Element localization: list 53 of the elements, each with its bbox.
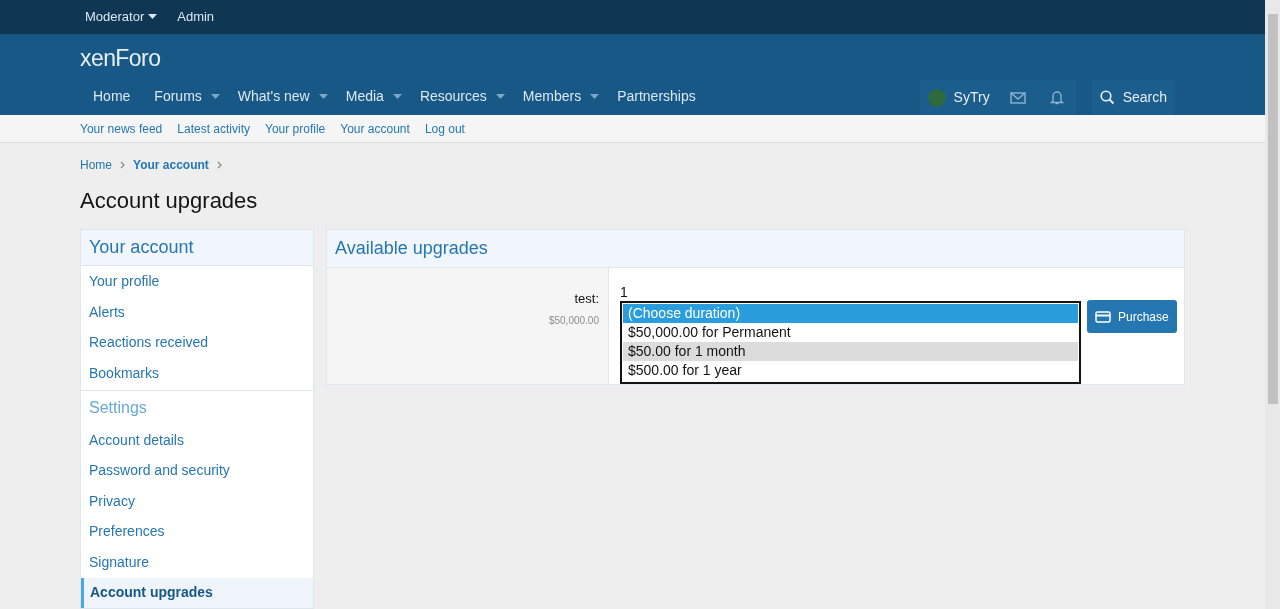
- sidebar-item[interactable]: Bookmarks: [81, 358, 313, 389]
- sidebar-item[interactable]: Account upgrades: [81, 577, 313, 609]
- sub-nav-link[interactable]: Latest activity: [177, 119, 250, 138]
- field-value: 1: [620, 284, 629, 301]
- staff-link[interactable]: Moderator: [85, 7, 158, 27]
- chevron-icon: [216, 161, 222, 169]
- caret-icon: [148, 14, 158, 20]
- sidebar-item[interactable]: Account details: [81, 424, 313, 456]
- search-icon: [1099, 90, 1115, 105]
- sidebar-heading: Settings: [81, 389, 313, 425]
- listbox-option[interactable]: $500.00 for 1 year: [623, 361, 1078, 380]
- nav-tab[interactable]: Forums: [143, 78, 227, 115]
- sidebar-heading: Your account: [81, 230, 313, 267]
- chevron-icon: [120, 161, 125, 169]
- nav-tab[interactable]: Home: [80, 78, 144, 115]
- upgrade-price: $50,000.00: [548, 313, 599, 328]
- purchase-button[interactable]: Purchase: [1087, 300, 1177, 333]
- sidebar-item[interactable]: Your profile: [81, 266, 313, 297]
- caret-icon: [318, 93, 328, 100]
- listbox-option[interactable]: $50,000.00 for Permanent: [623, 323, 1078, 342]
- sub-nav-link[interactable]: Log out: [424, 119, 465, 138]
- duration-listbox[interactable]: (Choose duration) $50,000.00 for Permanent $50.00 for 1 month $500.00 for 1 year: [620, 301, 1081, 384]
- breadcrumb-link[interactable]: Home: [80, 156, 112, 174]
- sidebar-item[interactable]: Reactions received: [81, 327, 313, 358]
- listbox-option[interactable]: (Choose duration): [623, 304, 1078, 323]
- sidebar-item[interactable]: Signature: [81, 547, 313, 578]
- search-button[interactable]: Search: [1091, 80, 1175, 115]
- caret-icon: [495, 93, 505, 100]
- sidebar-item[interactable]: Password and security: [81, 455, 313, 486]
- sub-nav-link[interactable]: Your account: [340, 119, 410, 138]
- sub-nav-link[interactable]: Your profile: [265, 119, 326, 138]
- staff-link[interactable]: Admin: [177, 7, 215, 27]
- nav-tab[interactable]: Media: [334, 78, 409, 115]
- avatar-icon: [927, 88, 946, 107]
- nav-tab[interactable]: What's new: [226, 78, 335, 115]
- breadcrumb-link[interactable]: Your account: [133, 156, 209, 174]
- caret-icon: [590, 93, 600, 100]
- nav-tab[interactable]: Resources: [408, 78, 512, 115]
- nav-tab[interactable]: Partnerships: [606, 78, 703, 115]
- scrollbar[interactable]: [1265, 0, 1280, 609]
- nav-tab[interactable]: Members: [511, 78, 607, 115]
- caret-icon: [392, 93, 402, 100]
- sidebar-item[interactable]: Privacy: [81, 486, 313, 517]
- listbox-option[interactable]: $50.00 for 1 month: [623, 342, 1078, 361]
- sidebar-item[interactable]: Alerts: [81, 296, 313, 328]
- page-title: Account upgrades: [80, 187, 259, 215]
- sidebar-item[interactable]: Preferences: [81, 516, 313, 547]
- credit-card-icon: [1095, 310, 1111, 323]
- sub-nav-link[interactable]: Your news feed: [80, 119, 163, 138]
- logo[interactable]: xenForo: [80, 36, 161, 76]
- upgrade-label: test:: [574, 290, 599, 308]
- panel-heading: Available upgrades: [327, 230, 1184, 268]
- caret-icon: [210, 93, 220, 100]
